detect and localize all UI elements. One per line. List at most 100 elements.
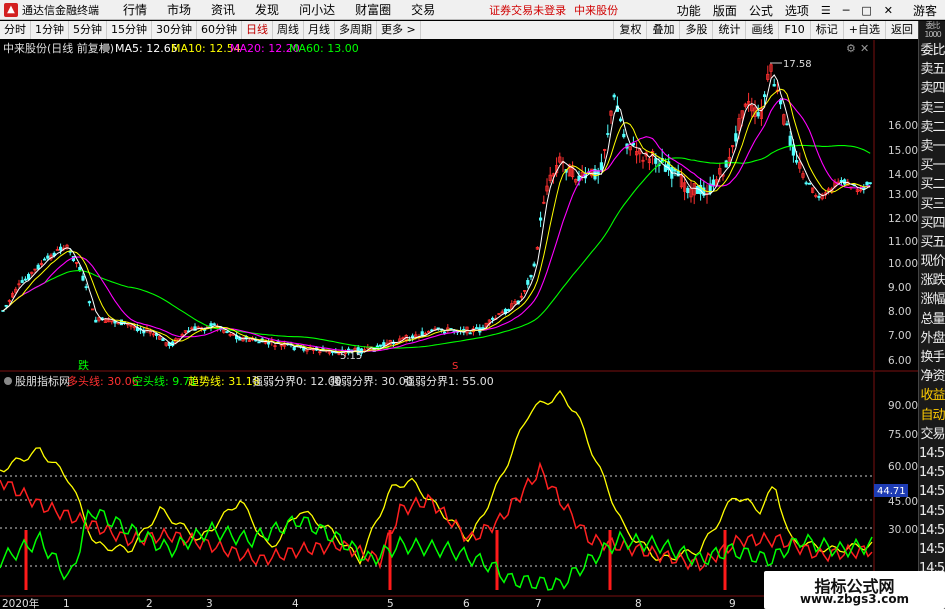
price-tick: 10.00	[888, 258, 918, 270]
indicator-toggle-icon[interactable]	[4, 377, 12, 385]
menu-market[interactable]: 市场	[157, 1, 201, 18]
period-1min[interactable]: 1分钟	[31, 21, 69, 39]
skin-icon[interactable]: ☰	[815, 4, 837, 17]
candle-body	[23, 278, 28, 281]
sidebar-item[interactable]: 涨跌	[919, 271, 945, 290]
sidebar-item[interactable]: 买五	[919, 233, 945, 252]
menu-formula[interactable]: 公式	[743, 2, 779, 19]
menu-trade[interactable]: 交易	[401, 1, 445, 18]
back-button[interactable]: 返回	[885, 21, 918, 39]
price-tick: 12.00	[888, 213, 918, 225]
sidebar-time: 14:56	[919, 445, 945, 461]
period-daily[interactable]: 日线	[242, 21, 273, 39]
legend-toggle-icon[interactable]	[102, 44, 110, 52]
indicator-axis-labels: 90.00 75.00 60.00 45.00 30.00	[888, 400, 918, 536]
app-logo-icon: ▲	[4, 2, 18, 17]
candle-body	[539, 217, 543, 221]
signal-bar	[723, 530, 727, 590]
sidebar-item[interactable]: 涨幅	[919, 290, 945, 309]
price-tick: 8.00	[888, 306, 911, 318]
sidebar-item[interactable]: 卖一	[919, 137, 945, 156]
candle-body	[695, 186, 700, 194]
close-icon[interactable]: ✕	[878, 4, 899, 17]
period-5min[interactable]: 5分钟	[69, 21, 107, 39]
add-watchlist-button[interactable]: +自选	[842, 21, 885, 39]
quote-sidebar: 委比 1000 委比 卖五 卖四 卖三 卖二 卖一 买一 买二 买三 买四 买五 …	[918, 21, 945, 609]
period-30min[interactable]: 30分钟	[152, 21, 197, 39]
period-monthly[interactable]: 月线	[304, 21, 335, 39]
chart-area[interactable]: 16.00 15.00 14.00 13.00 12.00 11.00 10.0…	[0, 40, 918, 609]
login-status[interactable]: 证券交易未登录	[489, 2, 566, 18]
sidebar-item[interactable]: 卖三	[919, 99, 945, 118]
panel-close-icon[interactable]: ✕	[860, 42, 869, 55]
candle-body	[763, 94, 767, 98]
time-tick: 7	[535, 598, 542, 609]
period-15min[interactable]: 15分钟	[107, 21, 152, 39]
chart-title: 中来股份(日线 前复权)	[3, 41, 114, 55]
menu-ask[interactable]: 问小达	[289, 1, 345, 18]
menu-quotes[interactable]: 行情	[113, 1, 157, 18]
menu-wealth[interactable]: 财富圈	[345, 1, 401, 18]
period-multi[interactable]: 多周期	[335, 21, 377, 39]
candle-body	[78, 267, 82, 271]
overlay-button[interactable]: 叠加	[646, 21, 679, 39]
candle-body	[529, 274, 533, 278]
trend-line	[0, 389, 873, 566]
ma5-line	[2, 74, 871, 354]
sidebar-item[interactable]: 换手	[919, 348, 945, 367]
sidebar-item[interactable]: 收益	[919, 386, 945, 405]
sidebar-item[interactable]: 净资	[919, 367, 945, 386]
candle-body	[686, 187, 690, 194]
period-more[interactable]: 更多 >	[377, 21, 421, 39]
multi-stock-button[interactable]: 多股	[679, 21, 712, 39]
price-tick: 6.00	[888, 355, 911, 367]
sidebar-item[interactable]: 现价	[919, 252, 945, 271]
indicator-panel[interactable]: 90.00 75.00 60.00 45.00 30.00 44.71 股朋指标…	[0, 371, 918, 596]
menu-options[interactable]: 选项	[779, 2, 815, 19]
sidebar-item[interactable]: 买一	[919, 156, 945, 175]
period-weekly[interactable]: 周线	[273, 21, 304, 39]
price-tick: 16.00	[888, 120, 918, 132]
statistics-button[interactable]: 统计	[712, 21, 745, 39]
menu-discover[interactable]: 发现	[245, 1, 289, 18]
sidebar-item[interactable]: 买三	[919, 195, 945, 214]
candle-body	[839, 180, 844, 182]
time-tick: 4	[292, 598, 299, 609]
minimize-icon[interactable]: ─	[837, 4, 856, 17]
candle-body	[817, 196, 821, 198]
menu-function[interactable]: 功能	[671, 2, 707, 19]
sidebar-item[interactable]: 卖四	[919, 79, 945, 98]
indicator-lines	[0, 389, 873, 591]
candle-body	[161, 338, 165, 342]
price-panel[interactable]: 16.00 15.00 14.00 13.00 12.00 11.00 10.0…	[1, 40, 918, 372]
legend-ma5: MA5: 12.65	[115, 42, 178, 55]
sidebar-item[interactable]: 卖五	[919, 60, 945, 79]
app-title: 通达信金融终端	[22, 3, 99, 17]
sidebar-item[interactable]: 总量	[919, 310, 945, 329]
sidebar-item[interactable]: 自动	[919, 406, 945, 425]
maximize-icon[interactable]: □	[855, 4, 877, 17]
draw-line-button[interactable]: 画线	[745, 21, 778, 39]
sidebar-item[interactable]: 卖二	[919, 118, 945, 137]
candle-body	[807, 182, 812, 185]
mark-button[interactable]: 标记	[809, 21, 843, 39]
candle-body	[442, 331, 447, 334]
period-60min[interactable]: 60分钟	[197, 21, 242, 39]
sidebar-item[interactable]: 买二	[919, 175, 945, 194]
settings-gear-icon[interactable]: ⚙	[846, 42, 856, 55]
f10-button[interactable]: F10	[778, 21, 809, 39]
ma20-line	[2, 98, 871, 353]
candle-body	[785, 123, 789, 126]
sidebar-item[interactable]: 买四	[919, 214, 945, 233]
adjust-button[interactable]: 复权	[613, 21, 646, 39]
ma60-line	[2, 144, 871, 349]
menu-layout[interactable]: 版面	[707, 2, 743, 19]
guest-label[interactable]: 游客	[899, 2, 945, 19]
menu-news[interactable]: 资讯	[201, 1, 245, 18]
period-intraday[interactable]: 分时	[0, 21, 31, 39]
indicator-tick: 90.00	[888, 400, 918, 412]
sidebar-item[interactable]: 外盘	[919, 329, 945, 348]
sidebar-item[interactable]: 委比	[919, 41, 945, 60]
candlesticks[interactable]	[1, 63, 872, 357]
chart-tool-buttons: 复权 叠加 多股 统计 画线 F10 标记 +自选 返回	[613, 21, 918, 39]
